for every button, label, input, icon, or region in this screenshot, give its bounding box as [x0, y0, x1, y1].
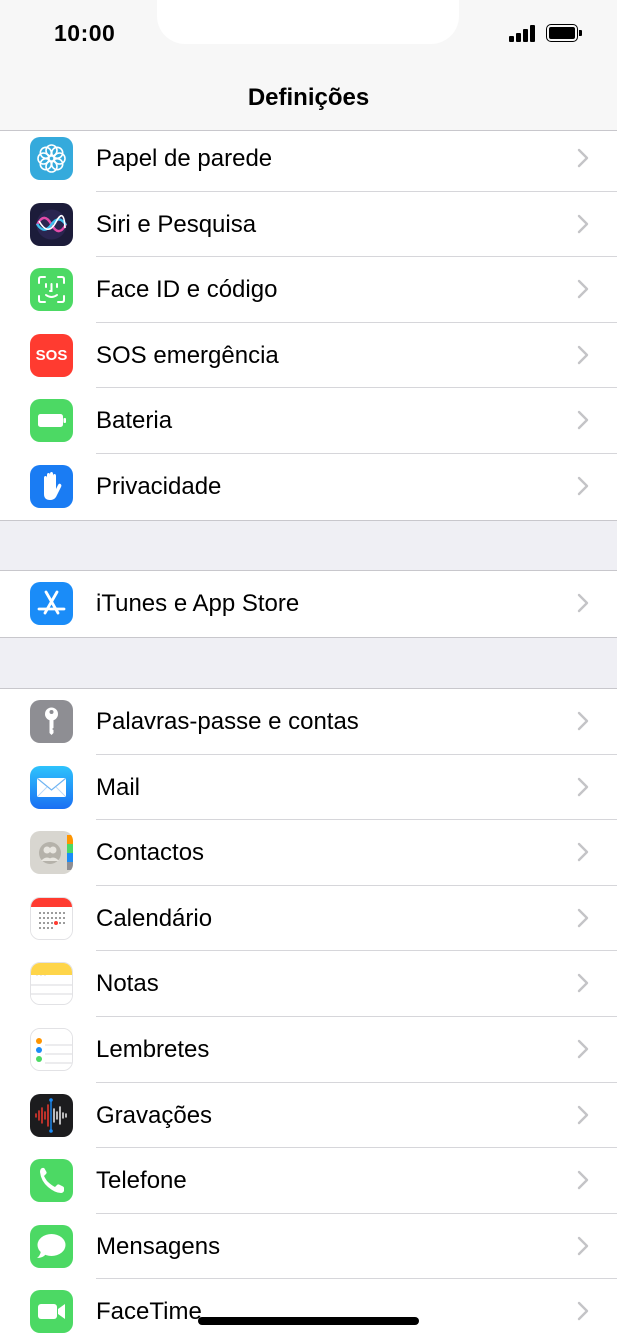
chevron-right-icon: [577, 476, 589, 496]
facetime-icon: [30, 1290, 73, 1334]
settings-row-label: Siri e Pesquisa: [96, 210, 257, 238]
key-icon: [30, 700, 73, 743]
settings-row-privacy[interactable]: Privacidade: [0, 454, 617, 520]
voice-memos-icon: [30, 1093, 73, 1137]
settings-group-2: iTunes e App Store: [0, 570, 617, 638]
contacts-icon: [30, 831, 73, 875]
chevron-right-icon: [577, 345, 589, 364]
chevron-right-icon: [577, 214, 589, 233]
battery-status-icon: [546, 24, 582, 42]
settings-row-label: Lembretes: [96, 1035, 210, 1063]
settings-row-passwords[interactable]: Palavras-passe e contas: [0, 689, 617, 755]
battery-icon: [30, 399, 73, 443]
chevron-right-icon: [577, 1236, 589, 1255]
sos-icon: SOS: [30, 333, 73, 377]
chevron-right-icon: [577, 1302, 589, 1321]
settings-row-label: Gravações: [96, 1101, 213, 1129]
chevron-right-icon: [577, 1105, 589, 1124]
settings-row-label: Telefone: [96, 1167, 187, 1195]
sos-icon-text: SOS: [35, 346, 68, 364]
settings-row-label: SOS emergência: [96, 341, 279, 369]
settings-group-1: Papel de parede Siri e Pesquisa Face ID …: [0, 125, 617, 521]
settings-row-facetime[interactable]: FaceTime: [0, 1279, 617, 1336]
settings-row-label: FaceTime: [96, 1298, 202, 1326]
notch: [157, 0, 459, 44]
settings-row-itunes-app-store[interactable]: iTunes e App Store: [0, 571, 617, 637]
notes-icon: [30, 962, 73, 1006]
calendar-icon: [30, 896, 73, 940]
settings-row-battery[interactable]: Bateria: [0, 388, 617, 454]
settings-row-mail[interactable]: Mail: [0, 755, 617, 821]
settings-row-label: iTunes e App Store: [96, 590, 300, 617]
settings-row-voice-memos[interactable]: Gravações: [0, 1083, 617, 1149]
settings-row-label: Bateria: [96, 407, 173, 435]
settings-row-label: Contactos: [96, 839, 205, 867]
chevron-right-icon: [577, 711, 589, 731]
status-time: 10:00: [54, 20, 116, 46]
signal-icon: [509, 24, 539, 42]
page-title: Definições: [247, 84, 370, 111]
messages-icon: [30, 1224, 73, 1268]
chevron-right-icon: [577, 1170, 589, 1190]
settings-row-messages[interactable]: Mensagens: [0, 1214, 617, 1280]
navigation-bar-overlay: Definições: [0, 66, 617, 131]
home-indicator[interactable]: [198, 1317, 419, 1325]
phone-icon: [30, 1159, 73, 1203]
settings-row-label: Privacidade: [96, 472, 222, 500]
settings-screen: 10:00 Definições: [0, 0, 617, 1336]
chevron-right-icon: [577, 1039, 589, 1059]
settings-row-label: Mail: [96, 773, 141, 801]
settings-row-sos[interactable]: SOS SOS emergência: [0, 323, 617, 389]
siri-icon: [30, 202, 73, 246]
settings-row-label: Notas: [96, 970, 159, 998]
reminders-icon: [30, 1027, 73, 1071]
settings-group-3: Palavras-passe e contas Mail Contactos C…: [0, 688, 617, 1336]
chevron-right-icon: [577, 148, 589, 168]
chevron-right-icon: [577, 411, 589, 430]
chevron-right-icon: [577, 593, 589, 613]
privacy-hand-icon: [30, 464, 73, 508]
app-store-icon: [30, 582, 73, 625]
chevron-right-icon: [577, 842, 589, 862]
settings-row-label: Mensagens: [96, 1232, 221, 1260]
settings-row-contacts[interactable]: Contactos: [0, 820, 617, 886]
settings-row-label: Calendário: [96, 904, 213, 932]
settings-row-wallpaper[interactable]: Papel de parede: [0, 126, 617, 192]
settings-row-face-id[interactable]: Face ID e código: [0, 257, 617, 323]
chevron-right-icon: [577, 777, 589, 796]
settings-row-calendar[interactable]: Calendário: [0, 886, 617, 952]
face-id-icon: [30, 268, 73, 312]
chevron-right-icon: [577, 279, 589, 299]
settings-row-label: Palavras-passe e contas: [96, 708, 359, 735]
settings-row-label: Face ID e código: [96, 276, 278, 304]
mail-icon: [30, 765, 73, 809]
status-bar-overlay: 10:00: [0, 0, 617, 66]
settings-row-reminders[interactable]: Lembretes: [0, 1017, 617, 1083]
settings-row-label: Papel de parede: [96, 145, 273, 172]
chevron-right-icon: [577, 974, 589, 993]
settings-row-notes[interactable]: Notas: [0, 951, 617, 1017]
wallpaper-icon: [30, 137, 73, 180]
chevron-right-icon: [577, 908, 589, 927]
settings-row-phone[interactable]: Telefone: [0, 1148, 617, 1214]
settings-row-siri[interactable]: Siri e Pesquisa: [0, 192, 617, 258]
